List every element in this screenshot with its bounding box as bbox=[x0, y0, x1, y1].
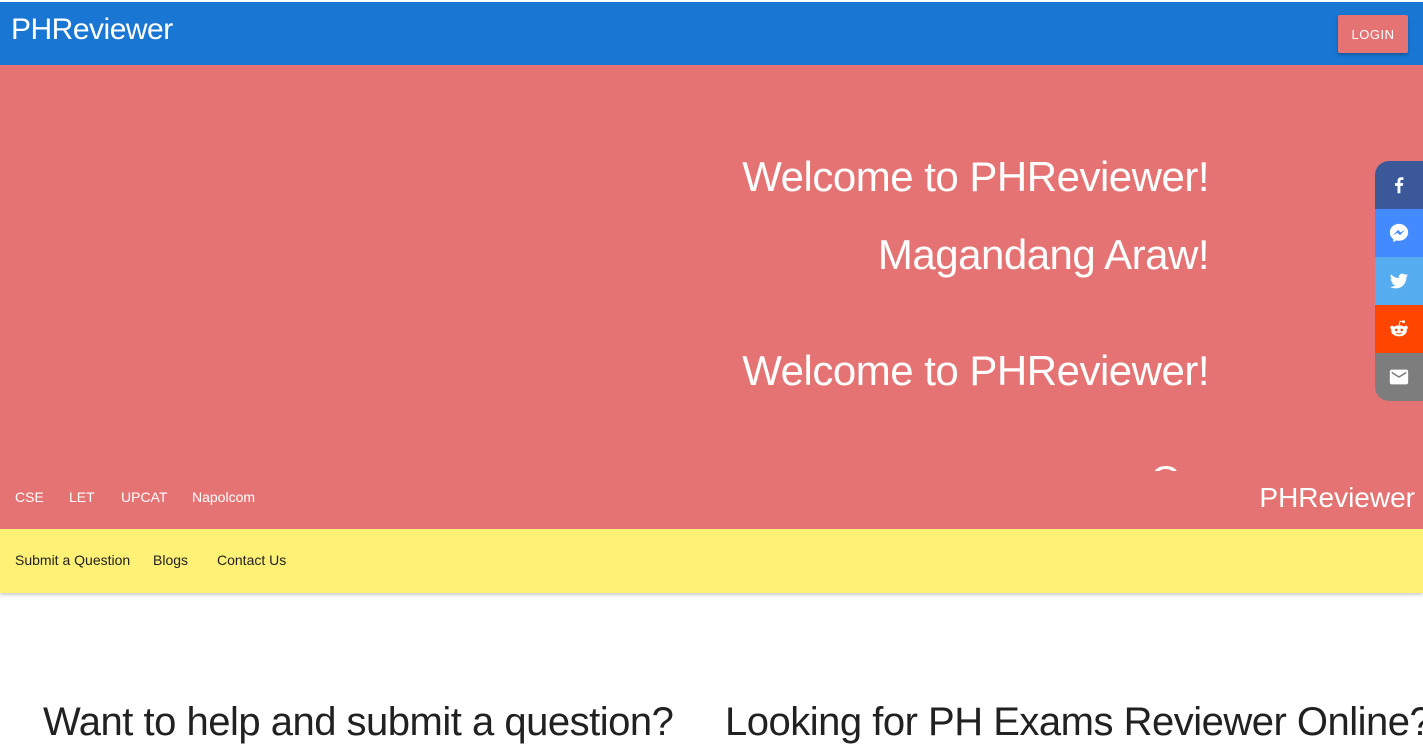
hero-welcome-text: Welcome to PHReviewer! bbox=[742, 153, 1209, 200]
login-button[interactable]: LOGIN bbox=[1338, 15, 1408, 53]
nav-link-cse[interactable]: CSE bbox=[15, 489, 44, 505]
reddit-icon bbox=[1390, 320, 1408, 337]
nav-link-napolcom[interactable]: Napolcom bbox=[192, 489, 255, 505]
twitter-icon bbox=[1389, 273, 1409, 289]
secondary-nav: Submit a Question Blogs Contact Us bbox=[0, 529, 1423, 593]
top-app-bar: PHReviewer LOGIN bbox=[0, 2, 1423, 65]
messenger-share-button[interactable] bbox=[1375, 209, 1423, 257]
facebook-icon bbox=[1395, 177, 1404, 194]
exams-reviewer-heading: Looking for PH Exams Reviewer Online? bbox=[725, 700, 1423, 744]
brand-logo[interactable]: PHReviewer bbox=[11, 13, 173, 47]
submit-question-heading: Want to help and submit a question? bbox=[43, 700, 674, 744]
facebook-share-button[interactable] bbox=[1375, 161, 1423, 209]
twitter-share-button[interactable] bbox=[1375, 257, 1423, 305]
hero-scrolling-text-clip: Good day bbox=[1150, 463, 1210, 471]
messenger-icon bbox=[1389, 223, 1409, 243]
nav-link-blogs[interactable]: Blogs bbox=[153, 552, 188, 568]
hero-welcome-text-repeat: Welcome to PHReviewer! bbox=[742, 347, 1209, 394]
email-icon bbox=[1389, 369, 1409, 385]
nav-brand-logo[interactable]: PHReviewer bbox=[1259, 482, 1415, 514]
hero-greeting-text: Magandang Araw! bbox=[877, 231, 1210, 278]
nav-link-contact-us[interactable]: Contact Us bbox=[217, 552, 286, 568]
nav-link-submit-question[interactable]: Submit a Question bbox=[15, 552, 130, 568]
reddit-share-button[interactable] bbox=[1375, 305, 1423, 353]
email-share-button[interactable] bbox=[1375, 353, 1423, 401]
social-share-bar bbox=[1375, 161, 1423, 401]
exam-nav: CSE LET UPCAT Napolcom PHReviewer bbox=[0, 475, 1423, 519]
nav-link-let[interactable]: LET bbox=[69, 489, 95, 505]
nav-link-upcat[interactable]: UPCAT bbox=[121, 489, 167, 505]
hero-banner: Welcome to PHReviewer! Magandang Araw! W… bbox=[0, 65, 1423, 529]
